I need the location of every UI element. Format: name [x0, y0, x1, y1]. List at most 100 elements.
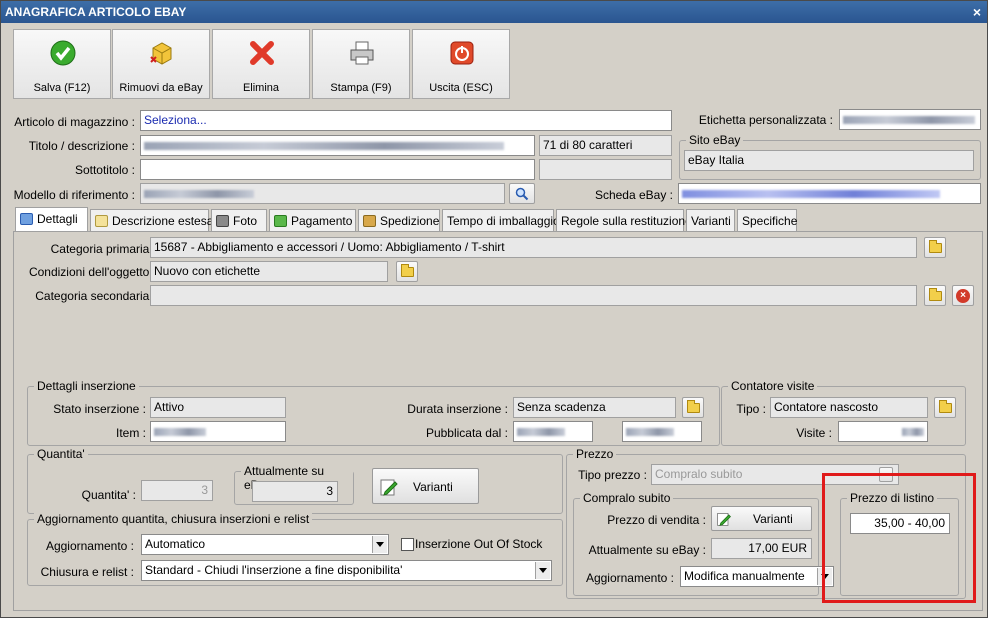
visit-counter-title: Contatore visite	[728, 379, 818, 393]
close-relist-value: Standard - Chiudi l'inserzione a fine di…	[145, 563, 403, 577]
model-field[interactable]	[140, 183, 505, 204]
quantity-label: Quantita' :	[81, 488, 136, 502]
published-date-field[interactable]	[513, 421, 593, 442]
title-label: Titolo / descrizione :	[28, 139, 135, 153]
delete-x-icon	[250, 41, 274, 65]
out-of-stock-label: Inserzione Out Of Stock	[415, 537, 543, 551]
listing-details-title: Dettagli inserzione	[34, 379, 139, 393]
price-update-value: Modifica manualmente	[684, 569, 805, 583]
edit-icon	[717, 513, 731, 527]
model-label: Modello di riferimento :	[13, 188, 135, 202]
article-label: Articolo di magazzino :	[14, 115, 135, 129]
site-group: Sito eBay eBay Italia	[679, 133, 981, 180]
tab-specifiche-label: Specifiche	[742, 214, 798, 228]
save-button[interactable]: Salva (F12)	[13, 29, 111, 99]
quantity-group: Quantita' Quantita' : 3 Attualmente su e…	[27, 447, 563, 514]
blurred-item-id	[154, 427, 206, 436]
folder-icon	[929, 240, 942, 253]
close-relist-label: Chiusura e relist :	[40, 565, 134, 579]
tab-descrizione[interactable]: Descrizione estesa	[90, 209, 213, 232]
update-group-title: Aggiornamento quantita, chiusura inserzi…	[34, 512, 313, 526]
close-icon[interactable]: ×	[973, 1, 981, 23]
secondary-category-field	[150, 285, 917, 306]
search-model-button[interactable]	[509, 183, 535, 204]
tab-varianti[interactable]: Varianti	[686, 209, 735, 232]
tab-varianti-label: Varianti	[691, 214, 731, 228]
tab-regole-restituzione[interactable]: Regole sulla restituzione	[556, 209, 692, 232]
quantity-variants-label: Varianti	[413, 480, 453, 494]
list-price-highlight	[822, 473, 976, 603]
printer-icon	[350, 41, 374, 65]
quantity-field[interactable]: 3	[141, 480, 213, 501]
out-of-stock-checkbox[interactable]	[401, 538, 414, 551]
exit-button[interactable]: Uscita (ESC)	[412, 29, 510, 99]
blurred-time	[626, 427, 674, 436]
secondary-category-browse-button[interactable]	[924, 285, 946, 306]
counter-type-browse-button[interactable]	[934, 397, 956, 418]
current-quantity-group: Attualmente su eBay 3	[234, 464, 354, 505]
power-icon	[450, 41, 474, 65]
box-remove-icon	[150, 42, 172, 65]
custom-label-label: Etichetta personalizzata :	[698, 113, 833, 127]
secondary-category-clear-button[interactable]: ×	[952, 285, 974, 306]
scheda-label: Scheda eBay :	[594, 188, 673, 202]
close-relist-select[interactable]: Standard - Chiudi l'inserzione a fine di…	[141, 560, 552, 581]
folder-icon	[401, 264, 414, 277]
shipping-icon	[363, 215, 376, 227]
update-group: Aggiornamento quantita, chiusura inserzi…	[27, 512, 563, 586]
quantity-variants-button[interactable]: Varianti	[372, 468, 479, 504]
sale-price-variants-label: Varianti	[753, 512, 793, 526]
subtitle-counter	[539, 159, 672, 180]
camera-icon	[216, 215, 229, 227]
exit-label: Uscita (ESC)	[429, 82, 493, 94]
primary-category-label: Categoria primaria :	[50, 242, 156, 256]
tab-specifiche[interactable]: Specifiche	[737, 209, 797, 232]
article-field[interactable]: Seleziona...	[140, 110, 672, 131]
details-tab-icon	[20, 213, 33, 225]
tab-foto-label: Foto	[233, 214, 258, 228]
current-price-field: 17,00 EUR	[711, 538, 812, 559]
remove-from-ebay-button[interactable]: Rimuovi da eBay	[112, 29, 210, 99]
scheda-field[interactable]	[678, 183, 981, 204]
site-field: eBay Italia	[684, 150, 974, 171]
blurred-custom-label	[843, 115, 975, 124]
published-time-field[interactable]	[622, 421, 702, 442]
update-mode-value: Automatico	[145, 537, 206, 551]
blurred-visits	[902, 427, 924, 436]
title-field[interactable]	[140, 135, 535, 156]
sale-price-variants-button[interactable]: Varianti	[711, 506, 812, 531]
duration-field: Senza scadenza	[513, 397, 676, 418]
subtitle-label: Sottotitolo :	[74, 163, 135, 177]
listing-status-field: Attivo	[150, 397, 286, 418]
tab-pagamento[interactable]: Pagamento	[269, 209, 356, 232]
current-quantity-field: 3	[252, 481, 338, 502]
update-mode-select[interactable]: Automatico	[141, 534, 389, 555]
primary-category-browse-button[interactable]	[924, 237, 946, 258]
folder-icon	[687, 400, 700, 413]
checkmark-icon	[50, 40, 76, 66]
quantity-title: Quantita'	[34, 447, 88, 461]
tab-pagamento-label: Pagamento	[291, 214, 353, 228]
tab-dettagli-label: Dettagli	[37, 212, 78, 226]
delete-button[interactable]: Elimina	[212, 29, 310, 99]
tab-foto[interactable]: Foto	[211, 209, 267, 232]
custom-label-field[interactable]	[839, 109, 981, 130]
buy-now-title: Compralo subito	[580, 491, 674, 505]
print-button[interactable]: Stampa (F9)	[312, 29, 410, 99]
condition-browse-button[interactable]	[396, 261, 418, 282]
listing-status-label: Stato inserzione :	[53, 402, 146, 416]
price-update-label: Aggiornamento :	[585, 571, 674, 585]
listing-details-group: Dettagli inserzione Stato inserzione : A…	[27, 379, 720, 446]
counter-type-field: Contatore nascosto	[770, 397, 928, 418]
tab-dettagli[interactable]: Dettagli	[15, 207, 88, 232]
price-update-select[interactable]: Modifica manualmente	[680, 566, 834, 587]
title-char-counter: 71 di 80 caratteri	[539, 135, 672, 156]
item-field[interactable]	[150, 421, 286, 442]
tab-tempo-imballaggio[interactable]: Tempo di imballaggio	[442, 209, 560, 232]
condition-label: Condizioni dell'oggetto :	[28, 265, 156, 279]
duration-browse-button[interactable]	[682, 397, 704, 418]
tab-spedizione[interactable]: Spedizione	[358, 209, 440, 232]
blurred-date	[517, 427, 565, 436]
subtitle-field[interactable]	[140, 159, 535, 180]
site-group-title: Sito eBay	[686, 133, 744, 147]
